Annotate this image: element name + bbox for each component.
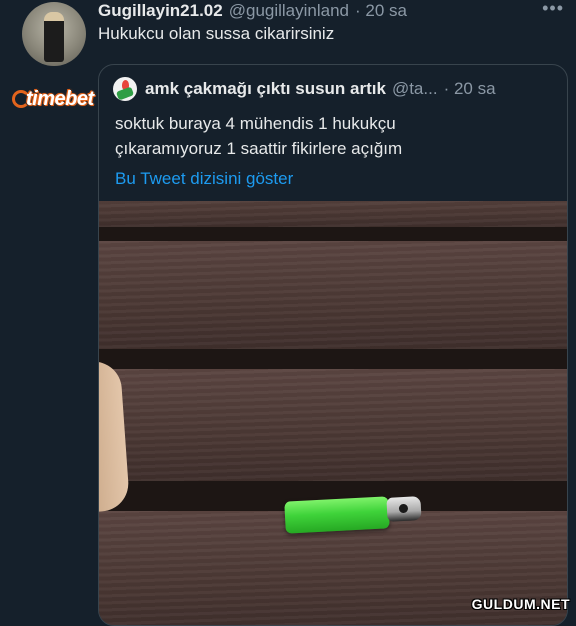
quoted-tweet-header: amk çakmağı çıktı susun artık @ta... · 2… xyxy=(113,77,496,101)
quoted-timestamp[interactable]: · 20 sa xyxy=(444,79,496,99)
quoted-display-name[interactable]: amk çakmağı çıktı susun artık xyxy=(145,79,386,99)
quoted-text-line: soktuk buraya 4 mühendis 1 hukukçu xyxy=(115,114,396,133)
plank-gap xyxy=(99,227,567,241)
brand-logo-word: timebet xyxy=(26,87,94,110)
lighter-icon xyxy=(115,86,135,101)
tweet-header: Gugillayin21.02 @gugillayinland · 20 sa xyxy=(98,0,407,22)
lighter-body xyxy=(284,496,390,534)
brand-logo: timebet xyxy=(12,86,94,112)
tweet-photo[interactable] xyxy=(99,201,567,625)
user-handle[interactable]: @gugillayinland xyxy=(229,1,349,21)
user-avatar[interactable] xyxy=(22,2,86,66)
quoted-handle[interactable]: @ta... xyxy=(392,79,438,99)
wood-plank xyxy=(99,369,567,481)
more-horizontal-icon[interactable]: ••• xyxy=(542,0,564,17)
avatar-figure-icon xyxy=(44,12,64,62)
show-thread-link[interactable]: Bu Tweet dizisini göster xyxy=(115,169,293,189)
watermark: GULDUM.NET xyxy=(471,596,570,612)
quoted-user-avatar[interactable] xyxy=(113,77,137,101)
wood-plank xyxy=(99,201,567,227)
quoted-text-line: çıkaramıyoruz 1 saattir fikirlere açığım xyxy=(115,139,403,158)
plank-gap xyxy=(99,349,567,369)
tweet-timestamp[interactable]: · 20 sa xyxy=(355,1,407,21)
quoted-tweet-text: soktuk buraya 4 mühendis 1 hukukçu çıkar… xyxy=(115,111,545,161)
lighter-head xyxy=(386,496,422,522)
tweet[interactable]: Gugillayin21.02 @gugillayinland · 20 sa … xyxy=(0,0,576,626)
display-name[interactable]: Gugillayin21.02 xyxy=(98,1,223,21)
tweet-text: Hukukcu olan sussa cikarirsiniz xyxy=(98,24,335,43)
quoted-tweet[interactable]: amk çakmağı çıktı susun artık @ta... · 2… xyxy=(98,64,568,626)
wood-plank xyxy=(99,241,567,349)
